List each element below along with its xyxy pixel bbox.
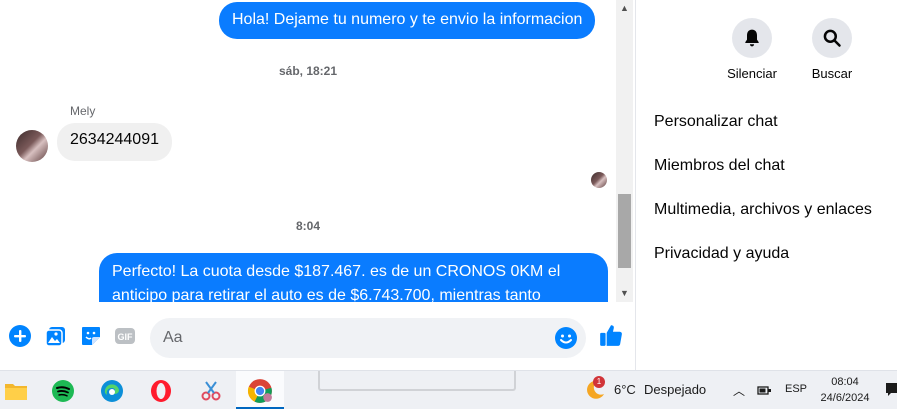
- composer: GIF: [0, 302, 636, 370]
- language-indicator[interactable]: ESP: [785, 383, 807, 395]
- clock-time: 08:04: [831, 376, 859, 388]
- message-text-line: Perfecto! La cuota desde $187.467. es de…: [112, 263, 561, 280]
- notification-icon[interactable]: [886, 381, 897, 402]
- chat-panel: Hola! Dejame tu numero y te envio la inf…: [0, 0, 636, 370]
- sender-name: Mely: [70, 104, 96, 118]
- opera-icon[interactable]: [148, 378, 174, 404]
- scroll-up-arrow-icon[interactable]: ▲: [616, 0, 633, 17]
- contact-avatar[interactable]: [16, 130, 48, 162]
- tray-chevron-up-icon[interactable]: ︿: [733, 382, 745, 399]
- plus-icon[interactable]: [8, 324, 34, 350]
- message-input[interactable]: [163, 326, 543, 350]
- message-text: Hola! Dejame tu numero y te envio la inf…: [232, 11, 583, 28]
- screen: Hola! Dejame tu numero y te envio la inf…: [0, 0, 897, 409]
- message-text-line: anticipo para retirar el auto es de $6.7…: [112, 287, 541, 302]
- weather-badge: 1: [593, 376, 605, 388]
- message-incoming[interactable]: 2634244091: [57, 123, 172, 161]
- message-outgoing[interactable]: Perfecto! La cuota desde $187.467. es de…: [99, 253, 608, 302]
- message-list[interactable]: Hola! Dejame tu numero y te envio la inf…: [0, 0, 616, 302]
- edge-icon[interactable]: [99, 378, 125, 404]
- sticker-icon[interactable]: [79, 324, 105, 350]
- spotify-icon[interactable]: [50, 378, 76, 404]
- read-receipt-avatar: [591, 172, 607, 188]
- bell-icon[interactable]: [732, 18, 772, 58]
- gallery-icon[interactable]: [44, 324, 70, 350]
- chat-info-panel: Silenciar Buscar Personalizar chat Miemb…: [637, 0, 897, 370]
- weather-condition[interactable]: Despejado: [644, 382, 706, 397]
- privacy-help-item[interactable]: Privacidad y ayuda: [654, 245, 789, 263]
- chat-members-item[interactable]: Miembros del chat: [654, 157, 785, 175]
- media-files-links-item[interactable]: Multimedia, archivos y enlaces: [654, 201, 872, 219]
- message-outgoing[interactable]: Hola! Dejame tu numero y te envio la inf…: [219, 2, 596, 39]
- thumbs-up-icon[interactable]: [598, 322, 624, 348]
- search-icon[interactable]: [812, 18, 852, 58]
- scroll-down-arrow-icon[interactable]: ▼: [616, 285, 633, 302]
- file-explorer-icon[interactable]: [3, 378, 29, 404]
- message-input-box[interactable]: [150, 318, 586, 358]
- window-preview-outline: [318, 371, 516, 391]
- mute-action[interactable]: Silenciar: [717, 18, 787, 81]
- search-label: Buscar: [811, 66, 853, 81]
- message-scrollbar[interactable]: ▲ ▼: [616, 0, 633, 302]
- system-clock[interactable]: 08:04 24/6/2024: [816, 374, 874, 406]
- message-timestamp: sáb, 18:21: [278, 64, 338, 78]
- message-text: 2634244091: [70, 131, 159, 148]
- svg-text:GIF: GIF: [118, 332, 134, 342]
- search-action[interactable]: Buscar: [797, 18, 867, 81]
- chrome-icon[interactable]: [247, 378, 273, 404]
- message-timestamp: 8:04: [295, 219, 321, 233]
- emoji-icon[interactable]: [554, 326, 578, 350]
- snipping-tool-icon[interactable]: [198, 378, 224, 404]
- clock-date: 24/6/2024: [820, 392, 870, 404]
- network-icon[interactable]: [757, 383, 773, 402]
- windows-taskbar: 1 6°C Despejado ︿ ESP 08:04 24/6/2024: [0, 370, 897, 409]
- weather-temperature[interactable]: 6°C: [614, 382, 636, 397]
- gif-icon[interactable]: GIF: [113, 324, 139, 350]
- scrollbar-thumb[interactable]: [618, 194, 631, 268]
- customize-chat-item[interactable]: Personalizar chat: [654, 113, 778, 131]
- mute-label: Silenciar: [727, 66, 777, 81]
